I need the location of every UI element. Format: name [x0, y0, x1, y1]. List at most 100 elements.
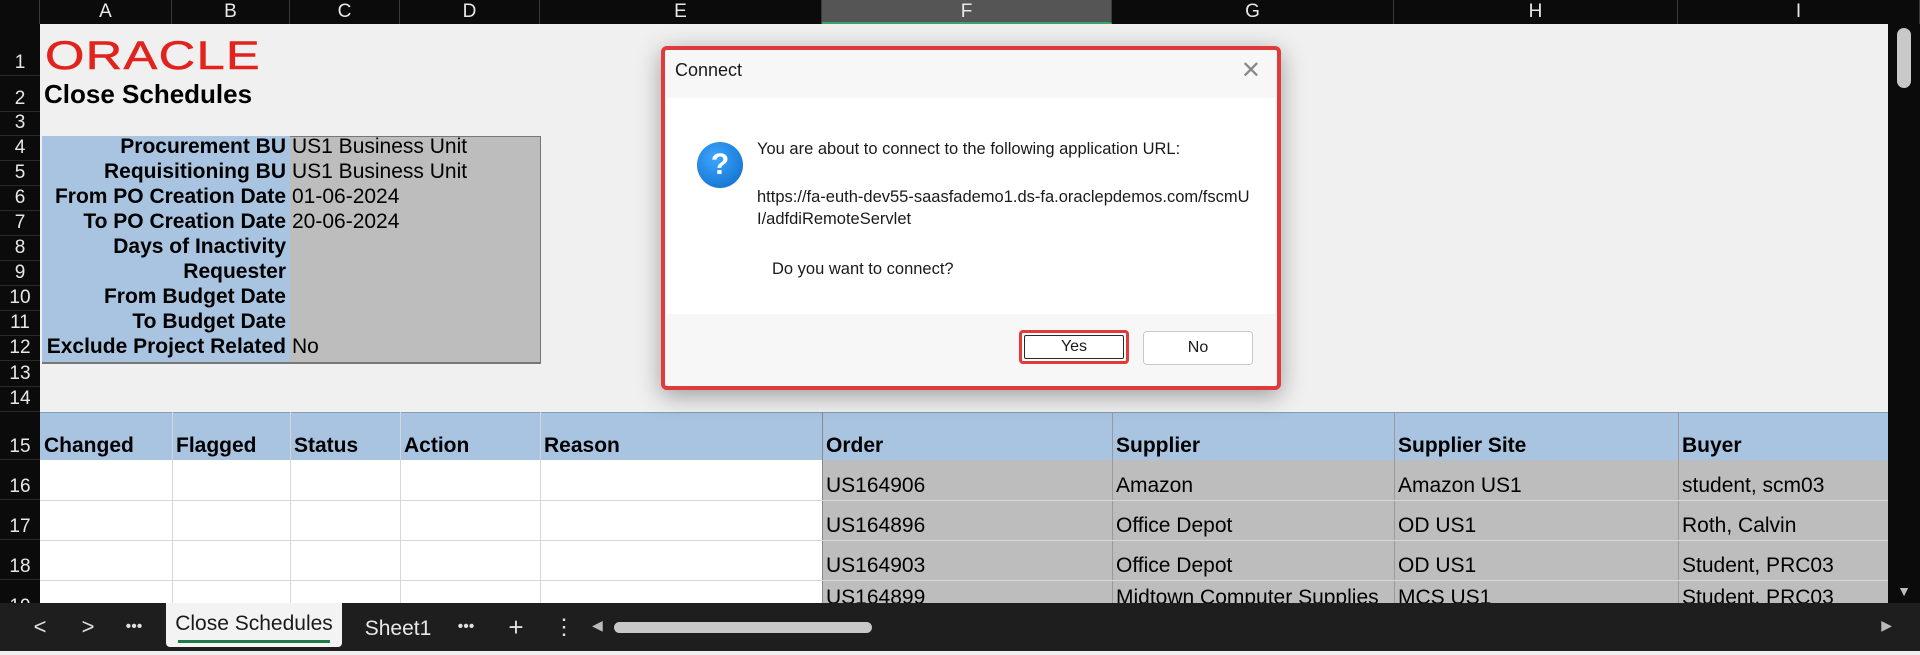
param-value-requisitioning-bu[interactable]: US1 Business Unit [292, 160, 467, 186]
column-header-bar: A B C D E F G H I [0, 0, 1920, 24]
table-cell-buyer[interactable]: Student, PRC03 [1682, 540, 1834, 580]
table-cell-buyer[interactable]: student, scm03 [1682, 460, 1824, 500]
select-all-corner[interactable] [0, 0, 40, 24]
divider [1394, 412, 1395, 603]
column-title-order: Order [826, 434, 884, 457]
prev-sheet-icon[interactable]: < [20, 603, 60, 651]
param-label-from-budget-date: From Budget Date [103, 285, 286, 308]
column-header-c[interactable]: C [290, 0, 400, 24]
row-header[interactable]: 17 [0, 500, 40, 540]
horizontal-scroll-thumb[interactable] [614, 622, 872, 633]
sheet-options-icon[interactable]: ⋮ [544, 603, 584, 651]
row-header-bar: 1 2 3 4 5 6 7 8 9 10 11 12 13 14 15 16 1… [0, 24, 40, 603]
row-header[interactable]: 19 [0, 580, 40, 603]
vertical-scroll-thumb[interactable] [1897, 28, 1911, 88]
row-header[interactable]: 10 [0, 286, 40, 311]
row-header[interactable]: 1 [0, 24, 40, 76]
table-cell-buyer[interactable]: Roth, Calvin [1682, 500, 1796, 540]
vertical-scrollbar[interactable]: ▼ [1888, 24, 1920, 603]
table-cell-supplier-site[interactable]: OD US1 [1398, 500, 1476, 540]
param-value-exclude-project[interactable]: No [292, 335, 319, 361]
column-title-supplier-site: Supplier Site [1398, 434, 1527, 457]
column-header-i[interactable]: I [1678, 0, 1920, 24]
table-cell-order[interactable]: US164903 [826, 540, 925, 580]
param-label-exclude-project: Exclude Project Related [46, 335, 286, 358]
sheet-title: Close Schedules [44, 79, 253, 109]
close-icon[interactable]: ✕ [1241, 56, 1261, 85]
param-value-to-po-date[interactable]: 20-06-2024 [292, 210, 399, 236]
row-header[interactable]: 11 [0, 311, 40, 336]
tab-close-schedules[interactable]: Close Schedules [166, 603, 342, 647]
column-title-action: Action [404, 434, 470, 457]
param-value-procurement-bu[interactable]: US1 Business Unit [292, 135, 467, 161]
row-header[interactable]: 3 [0, 112, 40, 136]
active-tab-underline [178, 640, 330, 643]
table-cell-supplier-site[interactable]: Amazon US1 [1398, 460, 1522, 500]
dialog-title: Connect [675, 60, 743, 80]
yes-button[interactable]: Yes [1019, 330, 1129, 364]
column-header-f[interactable]: F [822, 0, 1112, 24]
row-header[interactable]: 15 [0, 412, 40, 460]
table-cell-order[interactable]: US164899 [826, 586, 925, 603]
scroll-down-icon[interactable]: ▼ [1888, 583, 1920, 599]
divider [40, 500, 1888, 501]
row-header[interactable]: 13 [0, 361, 40, 387]
param-label-requisitioning-bu: Requisitioning BU [104, 160, 286, 183]
tab-label: Close Schedules [175, 612, 333, 635]
scroll-right-icon[interactable]: ▶ [1881, 617, 1892, 634]
divider [42, 362, 540, 363]
dialog-body: ? You are about to connect to the follow… [667, 98, 1275, 314]
column-header-h[interactable]: H [1394, 0, 1678, 24]
row-header[interactable]: 8 [0, 236, 40, 261]
row-header[interactable]: 16 [0, 460, 40, 500]
divider [290, 412, 291, 603]
param-label-from-po-date: From PO Creation Date [54, 185, 286, 208]
column-title-flagged: Flagged [176, 434, 257, 457]
question-icon: ? [697, 142, 743, 188]
column-header-b[interactable]: B [172, 0, 290, 24]
column-header-a[interactable]: A [40, 0, 172, 24]
column-title-changed: Changed [44, 434, 134, 457]
row-header[interactable]: 9 [0, 261, 40, 286]
table-cell-supplier[interactable]: Amazon [1116, 460, 1193, 500]
add-sheet-icon[interactable]: + [496, 603, 536, 651]
column-header-e[interactable]: E [540, 0, 822, 24]
divider [400, 412, 401, 603]
sheet-tab-bar: < > ••• Close Schedules Sheet1 ••• + ⋮ ◀… [0, 603, 1920, 651]
row-header[interactable]: 2 [0, 76, 40, 112]
table-cell-supplier-site[interactable]: OD US1 [1398, 540, 1476, 580]
table-cell-buyer[interactable]: Student, PRC03 [1682, 586, 1834, 603]
next-sheet-icon[interactable]: > [68, 603, 108, 651]
divider [172, 412, 173, 603]
row-header[interactable]: 18 [0, 540, 40, 580]
param-label-to-budget-date: To Budget Date [132, 310, 286, 333]
column-title-reason: Reason [544, 434, 620, 457]
no-button[interactable]: No [1143, 331, 1253, 365]
row-header[interactable]: 12 [0, 336, 40, 361]
column-header-g[interactable]: G [1112, 0, 1394, 24]
row-header[interactable]: 7 [0, 211, 40, 236]
row-header[interactable]: 4 [0, 136, 40, 161]
dialog-question: Do you want to connect? [772, 260, 954, 278]
divider [1112, 412, 1113, 603]
row-header[interactable]: 5 [0, 161, 40, 186]
more-sheets-icon[interactable]: ••• [114, 603, 154, 651]
more-tabs-icon[interactable]: ••• [446, 603, 486, 651]
row-header[interactable]: 6 [0, 186, 40, 211]
column-title-buyer: Buyer [1682, 434, 1742, 457]
column-header-d[interactable]: D [400, 0, 540, 24]
table-cell-supplier[interactable]: Midtown Computer Supplies [1116, 586, 1379, 603]
table-cell-order[interactable]: US164906 [826, 460, 925, 500]
editable-columns-area[interactable] [40, 460, 822, 603]
table-cell-order[interactable]: US164896 [826, 500, 925, 540]
table-cell-supplier[interactable]: Office Depot [1116, 500, 1232, 540]
horizontal-scrollbar[interactable]: ◀ ▶ [592, 617, 1892, 637]
tab-sheet1[interactable]: Sheet1 [350, 603, 446, 651]
table-cell-supplier-site[interactable]: MCS US1 [1398, 586, 1491, 603]
param-label-requester: Requester [183, 260, 286, 283]
param-value-from-po-date[interactable]: 01-06-2024 [292, 185, 399, 211]
table-cell-supplier[interactable]: Office Depot [1116, 540, 1232, 580]
row-header[interactable]: 14 [0, 387, 40, 412]
oracle-logo-text: ORACLE [45, 38, 261, 72]
scroll-left-icon[interactable]: ◀ [592, 617, 603, 634]
